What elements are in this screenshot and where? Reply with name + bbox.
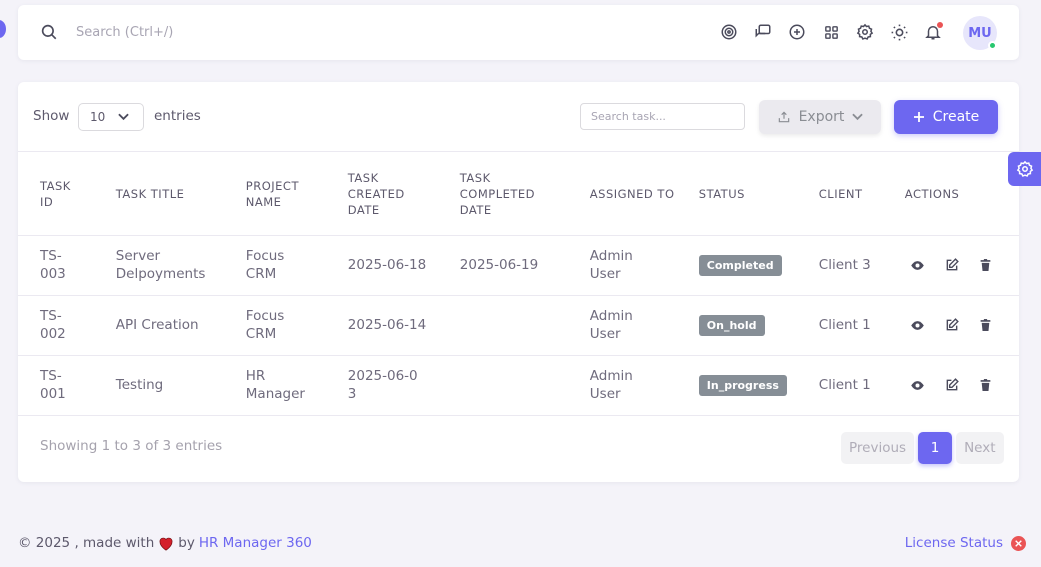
- export-icon: [778, 111, 789, 123]
- online-status-dot: [988, 41, 997, 50]
- page-1-button[interactable]: 1: [918, 432, 953, 464]
- cell-task-title: Testing: [115, 355, 246, 416]
- cell-actions: [904, 235, 1019, 296]
- header-client[interactable]: Client: [818, 153, 905, 236]
- view-icon[interactable]: [910, 257, 926, 273]
- cell-status: Completed: [698, 235, 819, 296]
- edge-indicator: [0, 20, 6, 38]
- heart-icon: [159, 537, 173, 551]
- table-row: TS-002 API Creation Focus CRM 2025-06-14…: [18, 295, 1019, 356]
- chevron-down-icon: [852, 113, 864, 121]
- table-row: TS-003 Server Delpoyments Focus CRM 2025…: [18, 235, 1019, 296]
- view-icon[interactable]: [910, 377, 926, 393]
- chevron-down-icon: [118, 113, 129, 121]
- brand-link[interactable]: HR Manager 360: [199, 535, 312, 551]
- entries-select[interactable]: 10: [78, 103, 144, 131]
- copyright-text: © 2025 , made with: [18, 535, 155, 551]
- header-task-id[interactable]: Task ID: [18, 153, 116, 236]
- entries-label: entries: [154, 108, 201, 124]
- header-project-name[interactable]: Project Name: [245, 153, 348, 236]
- tasks-table: Task ID Task Title Project Name Task Cre…: [18, 153, 1019, 416]
- cell-task-title: Server Delpoyments: [115, 235, 246, 296]
- target-icon[interactable]: [719, 22, 739, 42]
- search-icon[interactable]: [40, 23, 58, 41]
- cell-project-name: Focus CRM: [245, 295, 348, 356]
- chat-icon[interactable]: [753, 22, 773, 42]
- cell-project-name: Focus CRM: [245, 235, 348, 296]
- notification-dot: [937, 22, 943, 28]
- export-button[interactable]: Export: [759, 100, 881, 134]
- close-circle-icon: [1011, 536, 1026, 551]
- page-footer: © 2025 , made with by HR Manager 360: [18, 535, 312, 551]
- navbar-icons: [719, 22, 943, 42]
- footer-by: by: [178, 535, 195, 551]
- cell-actions: [904, 295, 1019, 356]
- table-toolbar: Show 10 entries Export Create: [18, 82, 1019, 152]
- cell-client: Client 1: [818, 355, 905, 416]
- next-page-button[interactable]: Next: [956, 432, 1004, 464]
- cell-task-id: TS-002: [18, 295, 116, 356]
- cell-task-id: TS-001: [18, 355, 116, 416]
- header-actions: Actions: [904, 153, 1019, 236]
- header-status[interactable]: Status: [698, 153, 819, 236]
- cell-created-date: 2025-06-03: [347, 355, 460, 416]
- avatar[interactable]: MU: [963, 16, 997, 50]
- edit-icon[interactable]: [944, 257, 960, 273]
- edit-icon[interactable]: [944, 377, 960, 393]
- settings-icon[interactable]: [855, 22, 875, 42]
- cell-assigned-to: Admin User: [589, 295, 699, 356]
- delete-icon[interactable]: [978, 377, 994, 393]
- cell-completed-date: [459, 295, 590, 356]
- cell-task-title: API Creation: [115, 295, 246, 356]
- plus-icon: [913, 112, 924, 122]
- cell-assigned-to: Admin User: [589, 235, 699, 296]
- cell-completed-date: 2025-06-19: [459, 235, 590, 296]
- previous-page-button[interactable]: Previous: [841, 432, 915, 464]
- pagination: Previous 1 Next: [841, 432, 1004, 464]
- add-circle-icon[interactable]: [787, 22, 807, 42]
- cell-project-name: HR Manager: [245, 355, 348, 416]
- create-label: Create: [932, 109, 980, 125]
- cell-assigned-to: Admin User: [589, 355, 699, 416]
- global-search-input[interactable]: [76, 19, 376, 45]
- theme-customizer-toggle[interactable]: [1008, 152, 1041, 186]
- header-completed-date[interactable]: Task Completed Date: [459, 153, 590, 236]
- cell-status: On_hold: [698, 295, 819, 356]
- delete-icon[interactable]: [978, 317, 994, 333]
- edit-icon[interactable]: [944, 317, 960, 333]
- grid-icon[interactable]: [821, 22, 841, 42]
- settings-icon: [1016, 160, 1034, 177]
- status-badge: In_progress: [698, 374, 787, 396]
- delete-icon[interactable]: [978, 257, 994, 273]
- cell-status: In_progress: [698, 355, 819, 416]
- header-created-date[interactable]: Task Created Date: [347, 153, 460, 236]
- cell-task-id: TS-003: [18, 235, 116, 296]
- top-navbar: MU: [18, 5, 1019, 60]
- cell-created-date: 2025-06-18: [347, 235, 460, 296]
- create-button[interactable]: Create: [894, 100, 998, 134]
- header-task-title[interactable]: Task Title: [115, 153, 246, 236]
- header-assigned-to[interactable]: Assigned To: [589, 153, 699, 236]
- cell-client: Client 1: [818, 295, 905, 356]
- cell-completed-date: [459, 355, 590, 416]
- cell-client: Client 3: [818, 235, 905, 296]
- view-icon[interactable]: [910, 317, 926, 333]
- license-status-link[interactable]: License Status: [905, 535, 1003, 551]
- table-row: TS-001 Testing HR Manager 2025-06-03 Adm…: [18, 355, 1019, 416]
- entries-select-value: 10: [90, 110, 106, 124]
- cell-created-date: 2025-06-14: [347, 295, 460, 356]
- bell-icon[interactable]: [923, 22, 943, 42]
- task-list-card: Show 10 entries Export Create Task ID Ta…: [18, 82, 1019, 482]
- theme-sun-icon[interactable]: [889, 22, 909, 42]
- export-label: Export: [798, 109, 845, 125]
- task-search-input[interactable]: [580, 103, 745, 130]
- status-badge: On_hold: [698, 314, 765, 336]
- avatar-initials: MU: [968, 25, 992, 41]
- cell-actions: [904, 355, 1019, 416]
- pagination-info: Showing 1 to 3 of 3 entries: [40, 438, 223, 454]
- status-badge: Completed: [698, 254, 782, 276]
- show-label: Show: [33, 108, 70, 124]
- table-header-row: Task ID Task Title Project Name Task Cre…: [18, 153, 1019, 236]
- license-status: License Status: [905, 535, 1026, 551]
